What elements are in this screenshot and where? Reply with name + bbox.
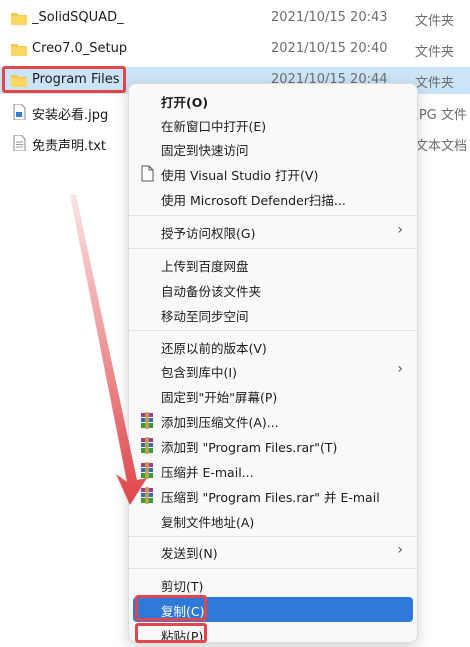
file-name: _SolidSQUAD_ (32, 10, 124, 25)
winrar-icon (141, 412, 153, 429)
menu-item-label: 上传到百度网盘 (161, 259, 249, 274)
file-date: 2021/10/15 20:43 (271, 10, 388, 25)
menu-item-send-to[interactable]: 发送到(N) › (133, 539, 413, 564)
menu-item-defender-scan[interactable]: 使用 Microsoft Defender扫描... (133, 186, 413, 211)
menu-item-label: 添加到 "Program Files.rar"(T) (161, 440, 338, 455)
folder-icon (11, 13, 27, 25)
file-type: 文本文档 (415, 139, 468, 154)
menu-item-pin-start[interactable]: 固定到"开始"屏幕(P) (133, 383, 413, 408)
menu-item-label: 还原以前的版本(V) (161, 341, 267, 356)
menu-item-label: 剪切(T) (161, 579, 204, 594)
chevron-right-icon: › (397, 222, 403, 238)
menu-separator (129, 536, 417, 537)
menu-item-copy-path[interactable]: 复制文件地址(A) (133, 508, 413, 533)
menu-item-label: 压缩并 E-mail... (161, 465, 254, 480)
menu-item-label: 打开(O) (161, 95, 209, 110)
folder-icon (11, 44, 27, 56)
file-row-solidsquad[interactable]: _SolidSQUAD_ 2021/10/15 20:43 文件夹 (0, 5, 470, 32)
menu-separator (129, 330, 417, 331)
menu-item-pin-quick-access[interactable]: 固定到快速访问 (133, 136, 413, 161)
menu-item-label: 移动至同步空间 (161, 309, 249, 324)
menu-separator (129, 568, 417, 569)
menu-item-compress-rar-email[interactable]: 压缩到 "Program Files.rar" 并 E-mail (133, 483, 413, 508)
menu-item-label: 压缩到 "Program Files.rar" 并 E-mail (161, 490, 380, 505)
file-type: 文件夹 (415, 14, 455, 29)
image-file-icon (13, 104, 26, 120)
document-icon (141, 165, 154, 182)
file-name: 安装必看.jpg (32, 108, 109, 123)
menu-item-label: 授予访问权限(G) (161, 226, 256, 241)
menu-item-upload-baidu[interactable]: 上传到百度网盘 (133, 252, 413, 277)
menu-separator (129, 215, 417, 216)
menu-item-restore-previous[interactable]: 还原以前的版本(V) (133, 334, 413, 359)
copy-annotation-box (135, 595, 207, 621)
menu-item-open[interactable]: 打开(O) (133, 88, 413, 113)
menu-item-open-new-window[interactable]: 在新窗口中打开(E) (133, 112, 413, 137)
menu-item-label: 在新窗口中打开(E) (161, 119, 267, 134)
menu-item-label: 固定到"开始"屏幕(P) (161, 390, 278, 405)
menu-item-move-sync[interactable]: 移动至同步空间 (133, 302, 413, 327)
menu-item-open-visual-studio[interactable]: 使用 Visual Studio 打开(V) (133, 161, 413, 186)
file-date: 2021/10/15 20:40 (271, 41, 388, 56)
menu-item-add-rar[interactable]: 添加到 "Program Files.rar"(T) (133, 433, 413, 458)
menu-item-label: 使用 Microsoft Defender扫描... (161, 193, 346, 208)
menu-item-compress-email[interactable]: 压缩并 E-mail... (133, 458, 413, 483)
file-type: 文件夹 (415, 76, 455, 91)
chevron-right-icon: › (397, 361, 403, 377)
menu-separator (129, 248, 417, 249)
file-type: JPG 文件 (415, 108, 467, 123)
winrar-icon (141, 437, 153, 454)
winrar-icon (141, 487, 153, 504)
file-name: Creo7.0_Setup (32, 41, 128, 56)
file-name: 免责声明.txt (32, 139, 107, 154)
menu-item-add-archive[interactable]: 添加到压缩文件(A)... (133, 408, 413, 433)
winrar-icon (141, 462, 153, 479)
file-row-creo[interactable]: Creo7.0_Setup 2021/10/15 20:40 文件夹 (0, 36, 470, 63)
chevron-right-icon: › (397, 542, 403, 558)
menu-item-label: 添加到压缩文件(A)... (161, 415, 279, 430)
text-file-icon (13, 135, 26, 151)
menu-item-auto-backup[interactable]: 自动备份该文件夹 (133, 277, 413, 302)
menu-item-grant-access[interactable]: 授予访问权限(G) › (133, 219, 413, 244)
context-menu: 打开(O) 在新窗口中打开(E) 固定到快速访问 使用 Visual Studi… (128, 83, 418, 644)
menu-item-label: 发送到(N) (161, 546, 218, 561)
paste-annotation-box (135, 623, 207, 643)
menu-item-label: 自动备份该文件夹 (161, 284, 262, 299)
menu-item-include-library[interactable]: 包含到库中(I) › (133, 358, 413, 383)
menu-item-label: 包含到库中(I) (161, 365, 237, 380)
menu-item-label: 复制文件地址(A) (161, 515, 255, 530)
selection-annotation-box (2, 66, 126, 93)
menu-item-label: 固定到快速访问 (161, 143, 249, 158)
menu-item-label: 使用 Visual Studio 打开(V) (161, 168, 319, 183)
file-type: 文件夹 (415, 45, 455, 60)
menu-item-cut[interactable]: 剪切(T) (133, 572, 413, 597)
